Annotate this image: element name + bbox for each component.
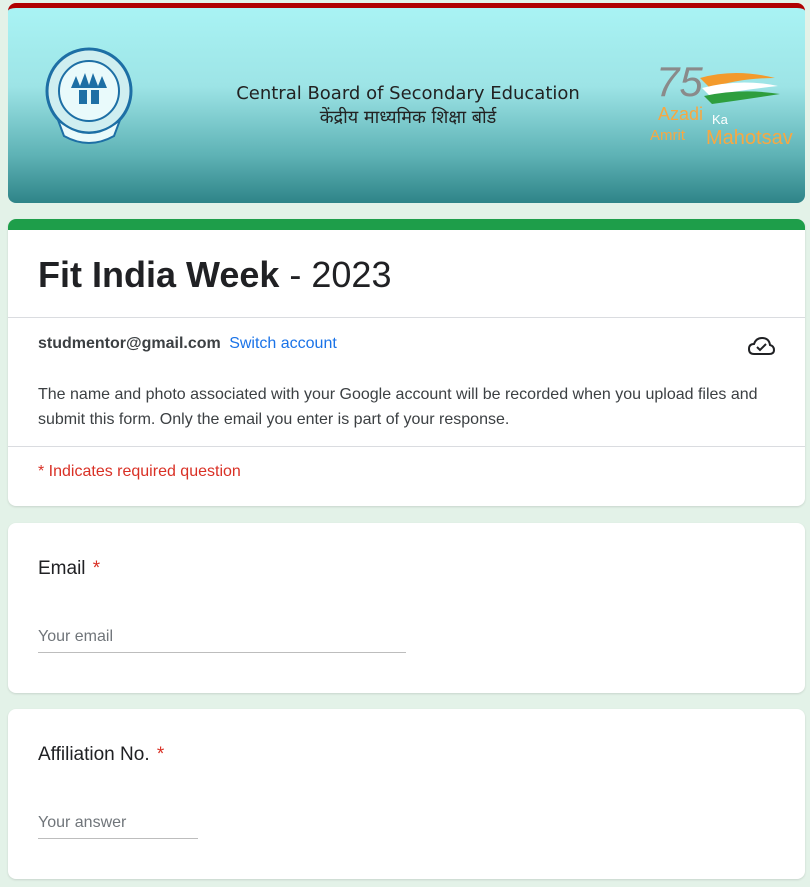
- question-label: Affiliation No. *: [38, 744, 164, 766]
- form-title-year: - 2023: [279, 254, 392, 295]
- question-card-affiliation: Affiliation No. *: [8, 709, 805, 879]
- required-asterisk: *: [92, 558, 101, 579]
- board-name-hindi: केंद्रीय माध्यमिक शिक्षा बोर्ड: [319, 107, 497, 128]
- required-asterisk: *: [156, 744, 165, 765]
- divider: [8, 446, 805, 447]
- question-title: Affiliation No.: [38, 744, 150, 765]
- email-input[interactable]: [38, 622, 406, 653]
- form-title: Fit India Week - 2023: [38, 253, 391, 297]
- account-email: studmentor@gmail.com: [38, 335, 221, 352]
- logo-word-ka: Ka: [712, 112, 729, 127]
- question-label: Email *: [38, 558, 100, 580]
- header-banner: Central Board of Secondary Education कें…: [8, 3, 805, 203]
- form-title-bold: Fit India Week: [38, 254, 280, 295]
- switch-account-link[interactable]: Switch account: [229, 335, 337, 352]
- board-name-english: Central Board of Secondary Education: [236, 83, 580, 104]
- logo-word-mahotsav: Mahotsav: [706, 127, 793, 149]
- account-row: studmentor@gmail.com Switch account: [38, 335, 337, 353]
- logo-number: 75: [656, 58, 703, 105]
- affiliation-number-input[interactable]: [38, 808, 198, 839]
- azadi-ka-amrit-mahotsav-logo: 75 Azadi Ka Amrit Mahotsav: [650, 58, 793, 149]
- cloud-saved-icon: [747, 336, 775, 355]
- logo-word-amrit: Amrit: [650, 127, 686, 144]
- question-title: Email: [38, 558, 86, 579]
- required-question-note: * Indicates required question: [38, 463, 241, 480]
- privacy-notice: The name and photo associated with your …: [38, 386, 758, 428]
- form-header-card: Fit India Week - 2023 studmentor@gmail.c…: [8, 219, 805, 506]
- accent-bar: [8, 219, 805, 230]
- logo-word-azadi: Azadi: [658, 104, 703, 124]
- cbse-emblem-icon: [45, 47, 133, 144]
- question-card-email: Email *: [8, 523, 805, 693]
- divider: [8, 317, 805, 318]
